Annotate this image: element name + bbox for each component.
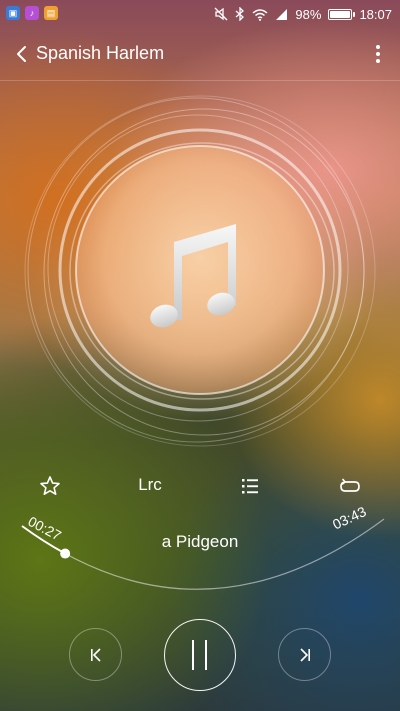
next-button[interactable] xyxy=(278,628,331,681)
seek-thumb[interactable] xyxy=(60,548,71,559)
pause-icon xyxy=(192,640,207,670)
notes-app-icon: ▤ xyxy=(44,6,58,20)
music-app-icon: ♪ xyxy=(25,6,39,20)
mute-vibrate-icon xyxy=(214,7,228,21)
wifi-icon xyxy=(252,8,268,21)
more-options-button[interactable] xyxy=(370,42,386,66)
lyric-line: a Pidgeon xyxy=(161,532,239,551)
top-app-bar: Spanish Harlem xyxy=(0,28,400,81)
album-art xyxy=(24,95,376,447)
pause-button[interactable] xyxy=(164,619,236,691)
system-icons: 98% 18:07 xyxy=(214,5,392,23)
chevron-left-icon xyxy=(17,46,26,62)
signal-icon xyxy=(276,8,288,20)
clock: 18:07 xyxy=(359,6,392,22)
more-vertical-icon xyxy=(376,45,380,63)
notification-icons: ▣ ♪ ▤ xyxy=(6,6,58,20)
skip-next-icon xyxy=(299,647,310,662)
bluetooth-icon xyxy=(235,7,245,21)
song-title: Spanish Harlem xyxy=(36,43,165,63)
status-bar: ▣ ♪ ▤ 98% 18:07 xyxy=(0,0,400,28)
back-button[interactable] xyxy=(12,42,34,66)
battery-icon xyxy=(328,8,356,20)
album-disc xyxy=(75,145,325,395)
seek-track xyxy=(21,518,385,590)
gallery-app-icon: ▣ xyxy=(6,6,20,20)
battery-percent: 98% xyxy=(295,6,322,22)
playback-controls xyxy=(0,616,400,696)
music-player-screen: ▣ ♪ ▤ 98% 18:07 Spanish Harlem Lrc 00:27… xyxy=(0,0,400,711)
battery-level xyxy=(330,10,350,18)
previous-button[interactable] xyxy=(69,628,122,681)
skip-previous-icon xyxy=(90,647,101,662)
